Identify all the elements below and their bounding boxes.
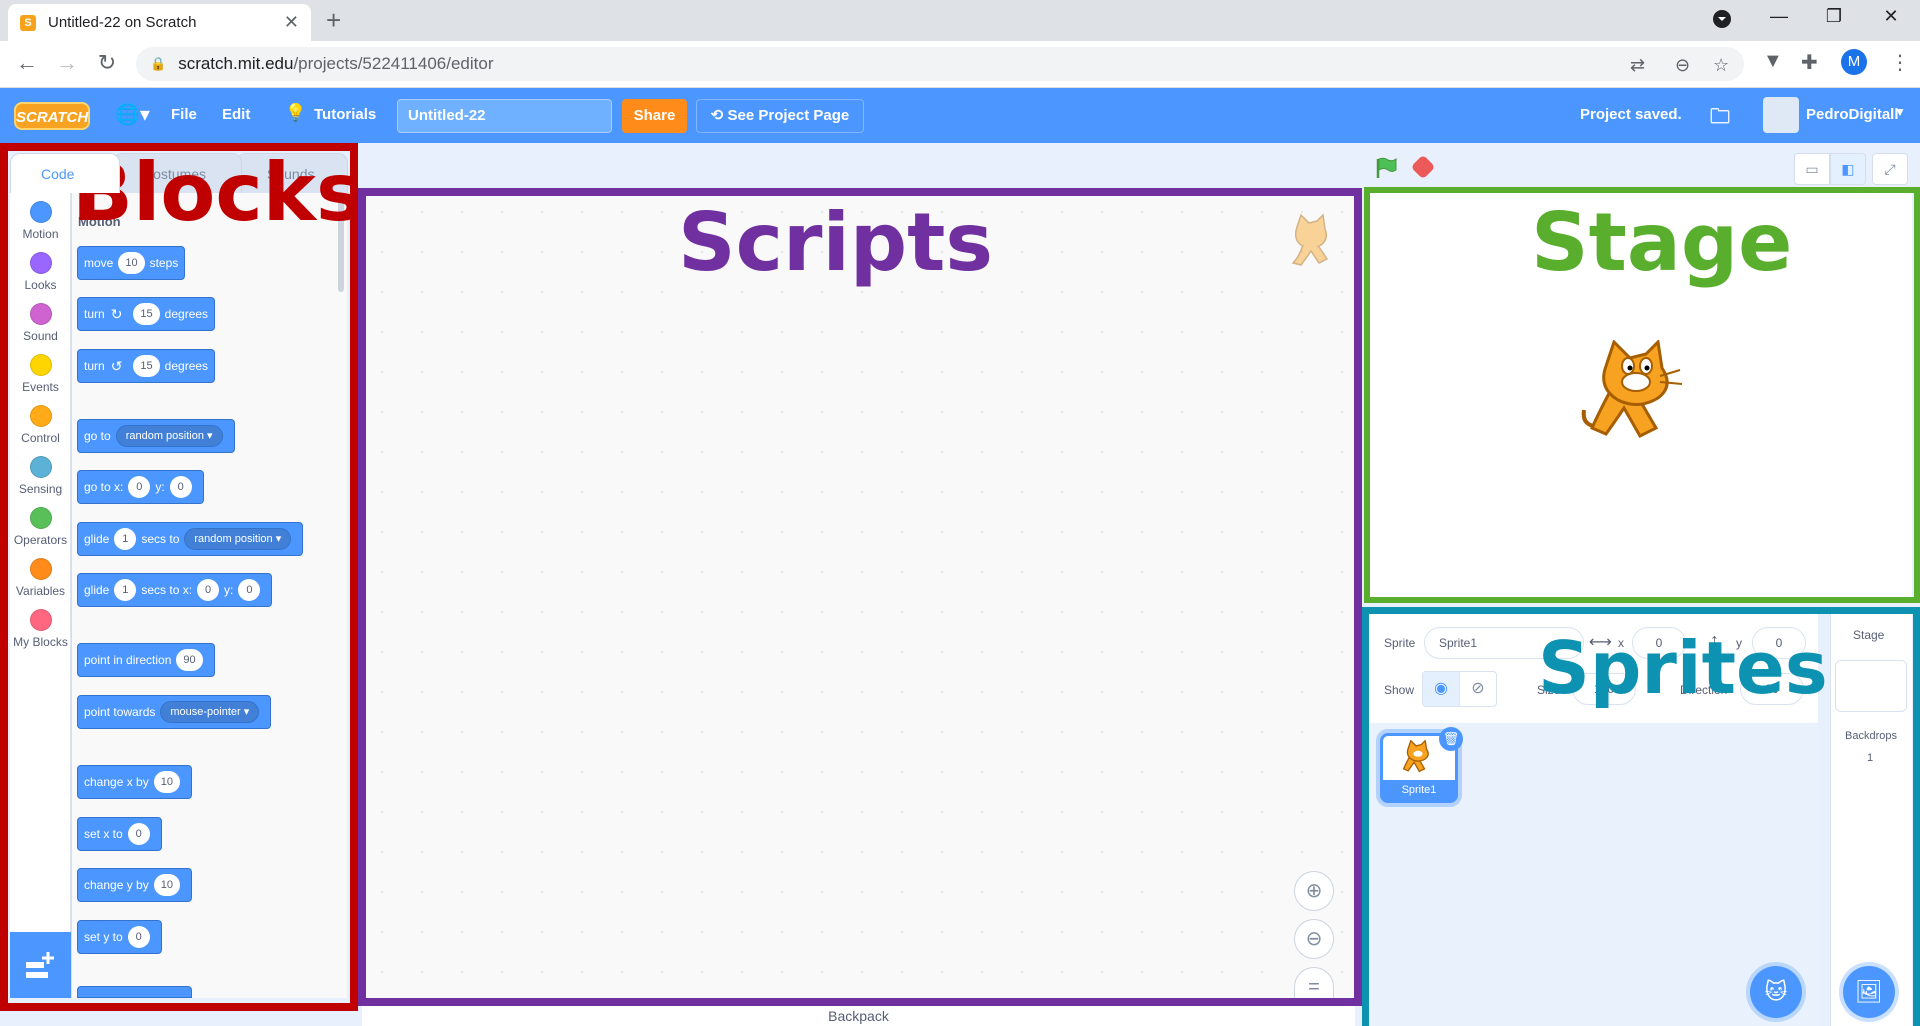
extension-filter-icon[interactable]: ▼	[1763, 50, 1783, 73]
username[interactable]: PedroDigitall	[1806, 106, 1899, 123]
zoom-icon[interactable]: ⊖	[1675, 55, 1690, 76]
fullscreen-button[interactable]: ⤢	[1872, 153, 1908, 185]
forward-icon[interactable]: →	[52, 51, 82, 75]
browser-tab[interactable]: S Untitled-22 on Scratch ✕	[8, 4, 311, 41]
small-stage-button[interactable]: ▭	[1794, 153, 1830, 185]
stage-annotation: Stage	[1531, 196, 1793, 289]
scratch-menubar: SCRATCH 🌐▾ File Edit 💡 Tutorials Untitle…	[0, 88, 1920, 143]
my-stuff-folder-icon[interactable]: 🗀	[1710, 102, 1730, 136]
extensions-puzzle-icon[interactable]: ✚	[1801, 50, 1818, 75]
sprites-annotation: Sprites	[1538, 626, 1828, 710]
backpack[interactable]: Backpack	[362, 1006, 1355, 1026]
blocks-frame	[0, 143, 358, 1011]
language-globe-icon[interactable]: 🌐▾	[115, 102, 150, 127]
lock-icon: 🔒	[150, 56, 167, 71]
new-tab-icon[interactable]: +	[326, 7, 341, 33]
scratch-logo[interactable]: SCRATCH	[14, 102, 90, 130]
user-avatar[interactable]	[1763, 97, 1799, 133]
save-status: Project saved.	[1580, 106, 1682, 123]
scripts-annotation: Scripts	[678, 196, 994, 289]
green-flag-icon[interactable]	[1374, 156, 1398, 180]
tutorials-menu[interactable]: Tutorials	[314, 106, 376, 123]
tab-code-label: Code	[41, 166, 75, 182]
tab-search-icon[interactable]	[1702, 9, 1742, 34]
see-project-page-label: See Project Page	[727, 107, 850, 124]
back-icon[interactable]: ←	[12, 51, 42, 75]
restore-icon[interactable]: ❐	[1814, 6, 1854, 27]
close-window-icon[interactable]: ✕	[1871, 6, 1911, 27]
url-host: scratch.mit.edu	[178, 54, 294, 73]
project-title-input[interactable]: Untitled-22	[397, 99, 612, 133]
scripts-frame	[358, 188, 1362, 1006]
minimize-icon[interactable]: —	[1759, 6, 1799, 27]
share-button[interactable]: Share	[622, 99, 687, 133]
translate-icon[interactable]: ⇄	[1630, 55, 1645, 76]
reload-icon[interactable]: ↻	[92, 51, 122, 75]
close-tab-icon[interactable]: ✕	[284, 12, 299, 33]
remix-arrows-icon: ⟲	[710, 107, 728, 124]
tutorials-bulb-icon: 💡	[285, 103, 307, 122]
edit-menu[interactable]: Edit	[222, 106, 250, 123]
bookmark-star-icon[interactable]: ☆	[1713, 55, 1729, 76]
browser-menu-icon[interactable]: ⋮	[1890, 50, 1910, 75]
tab-title: Untitled-22 on Scratch	[48, 14, 197, 31]
url-path: /projects/522411406/editor	[293, 54, 494, 73]
address-bar: ← → ↻ 🔒 scratch.mit.edu/projects/5224114…	[0, 41, 1920, 88]
profile-avatar[interactable]: M	[1841, 49, 1867, 75]
scratch-favicon: S	[20, 14, 36, 31]
browser-tab-bar: S Untitled-22 on Scratch ✕ + — ❐ ✕	[0, 0, 1920, 41]
file-menu[interactable]: File	[171, 106, 197, 123]
tab-code[interactable]: Code	[10, 153, 120, 193]
url-field[interactable]: 🔒 scratch.mit.edu/projects/522411406/edi…	[136, 47, 1744, 81]
large-stage-button[interactable]: ◧	[1830, 153, 1866, 185]
chevron-down-icon[interactable]: ▼	[1894, 105, 1906, 119]
see-project-page-button[interactable]: ⟲ See Project Page	[696, 99, 864, 133]
